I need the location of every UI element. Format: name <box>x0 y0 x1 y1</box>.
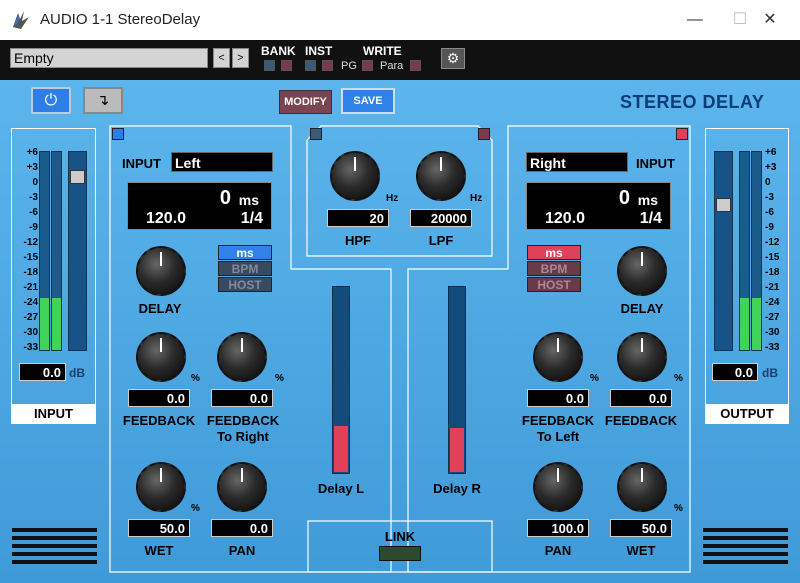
maximize-button[interactable]: ☐ <box>725 8 755 32</box>
bank-blue-led[interactable] <box>264 60 275 71</box>
right-delay-label: DELAY <box>620 301 664 316</box>
right-mode-host[interactable]: HOST <box>527 277 581 292</box>
right-feedback-value[interactable]: 0.0 <box>610 389 672 407</box>
lpf-label: LPF <box>428 233 454 248</box>
bank-label: BANK <box>261 44 296 58</box>
left-feedback-pct: % <box>191 373 200 384</box>
lpf-value[interactable]: 20000 <box>410 209 472 227</box>
link-toggle[interactable] <box>379 546 421 561</box>
filter-right-led[interactable] <box>478 128 490 140</box>
left-input-select[interactable]: Left <box>171 152 273 172</box>
right-cross-label: FEEDBACK <box>521 413 595 428</box>
left-delay-label: DELAY <box>138 301 182 316</box>
write-led[interactable] <box>362 60 373 71</box>
hpf-label: HPF <box>345 233 371 248</box>
link-label: LINK <box>384 529 416 544</box>
right-pan-value[interactable]: 100.0 <box>527 519 589 537</box>
right-pan-label: PAN <box>544 543 572 558</box>
left-ms-unit: ms <box>238 192 259 208</box>
left-wet-value[interactable]: 50.0 <box>128 519 190 537</box>
right-wet-knob[interactable] <box>617 462 667 512</box>
settings-gear-icon[interactable]: ⚙ <box>441 48 465 69</box>
right-delay-knob[interactable] <box>617 246 667 296</box>
right-feedback-pct: % <box>674 373 683 384</box>
right-cross-feedback-knob[interactable] <box>533 332 583 382</box>
left-feedback-value[interactable]: 0.0 <box>128 389 190 407</box>
right-mode-bpm[interactable]: BPM <box>527 261 581 276</box>
inst-blue-led[interactable] <box>305 60 316 71</box>
inst-red-led[interactable] <box>322 60 333 71</box>
bank-red-led[interactable] <box>281 60 292 71</box>
left-cross-feedback-knob[interactable] <box>217 332 267 382</box>
delay-l-level-bar <box>332 286 350 474</box>
write-label: WRITE <box>363 44 402 58</box>
right-bpm-value: 120.0 <box>545 210 586 227</box>
para-label: Para <box>380 60 404 72</box>
left-delay-display[interactable]: 0 ms 120.0 1/4 <box>127 182 272 230</box>
inst-label: INST <box>305 44 333 58</box>
left-feedback-label: FEEDBACK <box>122 413 196 428</box>
hpf-unit: Hz <box>386 193 399 204</box>
preset-toolbar: Empty < > BANK INST PG WRITE Para ⚙ <box>0 40 800 80</box>
left-input-label: INPUT <box>122 156 161 171</box>
left-wet-knob[interactable] <box>136 462 186 512</box>
delay-r-label: Delay R <box>433 481 481 496</box>
left-delay-knob[interactable] <box>136 246 186 296</box>
app-icon <box>13 11 29 29</box>
left-ms-value: 0 <box>219 187 231 209</box>
left-bpm-value: 120.0 <box>146 210 187 227</box>
hpf-value[interactable]: 20 <box>327 209 389 227</box>
right-feedback-knob[interactable] <box>617 332 667 382</box>
hpf-knob[interactable] <box>330 151 380 201</box>
left-cross-label: FEEDBACK <box>206 413 280 428</box>
lpf-knob[interactable] <box>416 151 466 201</box>
right-cross-pct: % <box>590 373 599 384</box>
left-mode-host[interactable]: HOST <box>218 277 272 292</box>
left-pan-value[interactable]: 0.0 <box>211 519 273 537</box>
left-feedback-knob[interactable] <box>136 332 186 382</box>
preset-name-field[interactable]: Empty <box>10 48 208 68</box>
delay-l-label: Delay L <box>317 481 365 496</box>
preset-prev-button[interactable]: < <box>213 48 230 68</box>
close-button[interactable]: ✕ <box>755 8 785 32</box>
delay-r-level-bar <box>448 286 466 474</box>
right-cross-label2: To Left <box>536 429 580 444</box>
left-note-value: 1/4 <box>240 210 263 227</box>
minimize-button[interactable]: — <box>680 8 710 32</box>
right-note-value: 1/4 <box>639 210 662 227</box>
right-wet-pct: % <box>674 503 683 514</box>
right-delay-display[interactable]: 0 ms 120.0 1/4 <box>526 182 671 230</box>
left-pan-label: PAN <box>228 543 256 558</box>
right-ms-unit: ms <box>637 192 658 208</box>
left-mode-ms[interactable]: ms <box>218 245 272 260</box>
right-cross-feedback-value[interactable]: 0.0 <box>527 389 589 407</box>
left-wet-pct: % <box>191 503 200 514</box>
right-wet-label: WET <box>626 543 656 558</box>
left-channel-led[interactable] <box>112 128 124 140</box>
right-mode-ms[interactable]: ms <box>527 245 581 260</box>
left-wet-label: WET <box>144 543 174 558</box>
right-ms-value: 0 <box>618 187 630 209</box>
title-bar: AUDIO 1-1 StereoDelay — ☐ ✕ <box>0 0 800 40</box>
window-title: AUDIO 1-1 StereoDelay <box>40 11 201 28</box>
para-led[interactable] <box>410 60 421 71</box>
lpf-unit: Hz <box>470 193 483 204</box>
right-feedback-label: FEEDBACK <box>604 413 678 428</box>
filter-left-led[interactable] <box>310 128 322 140</box>
plugin-panel: ⏻ ↴ MODIFY SAVE STEREO DELAY +6 +3 0 -3 -6 -9… <box>0 80 800 583</box>
left-mode-bpm[interactable]: BPM <box>218 261 272 276</box>
right-input-label: INPUT <box>636 156 675 171</box>
right-input-select[interactable]: Right <box>526 152 628 172</box>
left-pan-knob[interactable] <box>217 462 267 512</box>
left-cross-feedback-value[interactable]: 0.0 <box>211 389 273 407</box>
pg-label: PG <box>341 60 357 72</box>
right-wet-value[interactable]: 50.0 <box>610 519 672 537</box>
right-pan-knob[interactable] <box>533 462 583 512</box>
left-cross-pct: % <box>275 373 284 384</box>
right-channel-led[interactable] <box>676 128 688 140</box>
preset-next-button[interactable]: > <box>232 48 249 68</box>
left-cross-label2: To Right <box>217 429 269 444</box>
